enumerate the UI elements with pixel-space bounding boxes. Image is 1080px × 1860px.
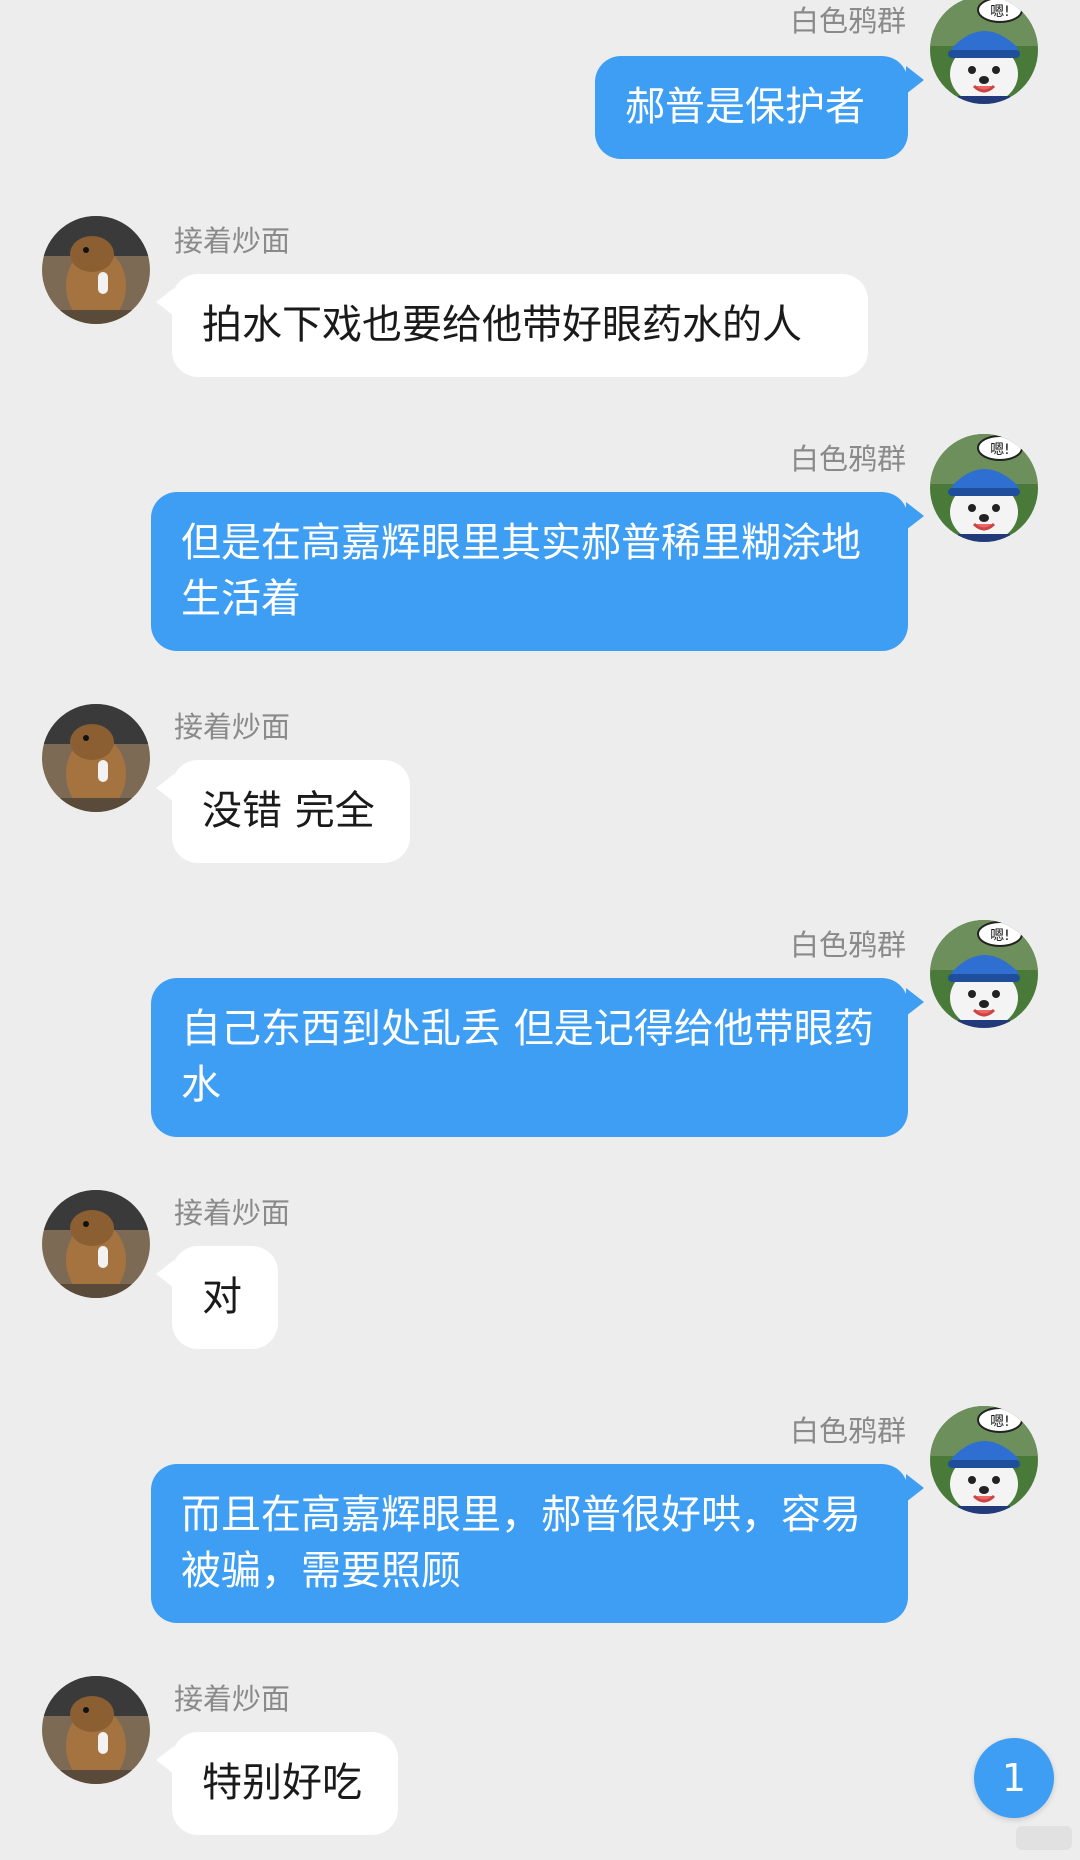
sender-name: 白色鸦群 bbox=[789, 1414, 906, 1448]
message-bubble[interactable]: 特别好吃 bbox=[172, 1732, 398, 1835]
bubble-tail bbox=[906, 66, 924, 94]
user-avatar[interactable]: 嗯! bbox=[930, 920, 1038, 1028]
avatar-text: 嗯! bbox=[990, 4, 1010, 20]
message-bubble[interactable]: 而且在高嘉辉眼里，郝普很好哄，容易被骗，需要照顾 bbox=[151, 1464, 908, 1623]
message-bubble[interactable]: 郝普是保护者 bbox=[595, 56, 908, 159]
dog-avatar-icon: 嗯! bbox=[930, 434, 1038, 542]
message-bubble[interactable]: 没错 完全 bbox=[172, 760, 410, 863]
sender-name: 白色鸦群 bbox=[789, 4, 906, 38]
contact-avatar[interactable] bbox=[42, 704, 150, 812]
message-bubble[interactable]: 但是在高嘉辉眼里其实郝普稀里糊涂地生活着 bbox=[151, 492, 908, 651]
user-avatar[interactable]: 嗯! bbox=[930, 1406, 1038, 1514]
bubble-tail bbox=[906, 1474, 924, 1502]
avatar-text: 嗯! bbox=[990, 928, 1010, 944]
capybara-avatar-icon bbox=[42, 1676, 150, 1784]
avatar-text: 嗯! bbox=[990, 1414, 1010, 1430]
user-avatar[interactable]: 嗯! bbox=[930, 434, 1038, 542]
dog-avatar-icon: 嗯! bbox=[930, 1406, 1038, 1514]
capybara-avatar-icon bbox=[42, 704, 150, 812]
contact-avatar[interactable] bbox=[42, 1676, 150, 1784]
message-bubble[interactable]: 拍水下戏也要给他带好眼药水的人 bbox=[172, 274, 868, 377]
capybara-avatar-icon bbox=[42, 216, 150, 324]
sender-name: 接着炒面 bbox=[174, 710, 291, 744]
sender-name: 接着炒面 bbox=[174, 1682, 291, 1716]
bubble-tail bbox=[906, 502, 924, 530]
sender-name: 接着炒面 bbox=[174, 1196, 291, 1230]
unread-count-badge[interactable]: 1 bbox=[974, 1738, 1054, 1818]
avatar-text: 嗯! bbox=[990, 442, 1010, 458]
capybara-avatar-icon bbox=[42, 1190, 150, 1298]
sender-name: 白色鸦群 bbox=[789, 928, 906, 962]
contact-avatar[interactable] bbox=[42, 216, 150, 324]
sender-name: 接着炒面 bbox=[174, 224, 291, 258]
message-bubble[interactable]: 对 bbox=[172, 1246, 278, 1349]
message-bubble[interactable]: 自己东西到处乱丢 但是记得给他带眼药水 bbox=[151, 978, 908, 1137]
dog-avatar-icon: 嗯! bbox=[930, 0, 1038, 104]
contact-avatar[interactable] bbox=[42, 1190, 150, 1298]
dog-avatar-icon: 嗯! bbox=[930, 920, 1038, 1028]
sender-name: 白色鸦群 bbox=[789, 442, 906, 476]
watermark-icon bbox=[1010, 1816, 1080, 1856]
user-avatar[interactable]: 嗯! bbox=[930, 0, 1038, 104]
bubble-tail bbox=[906, 988, 924, 1016]
